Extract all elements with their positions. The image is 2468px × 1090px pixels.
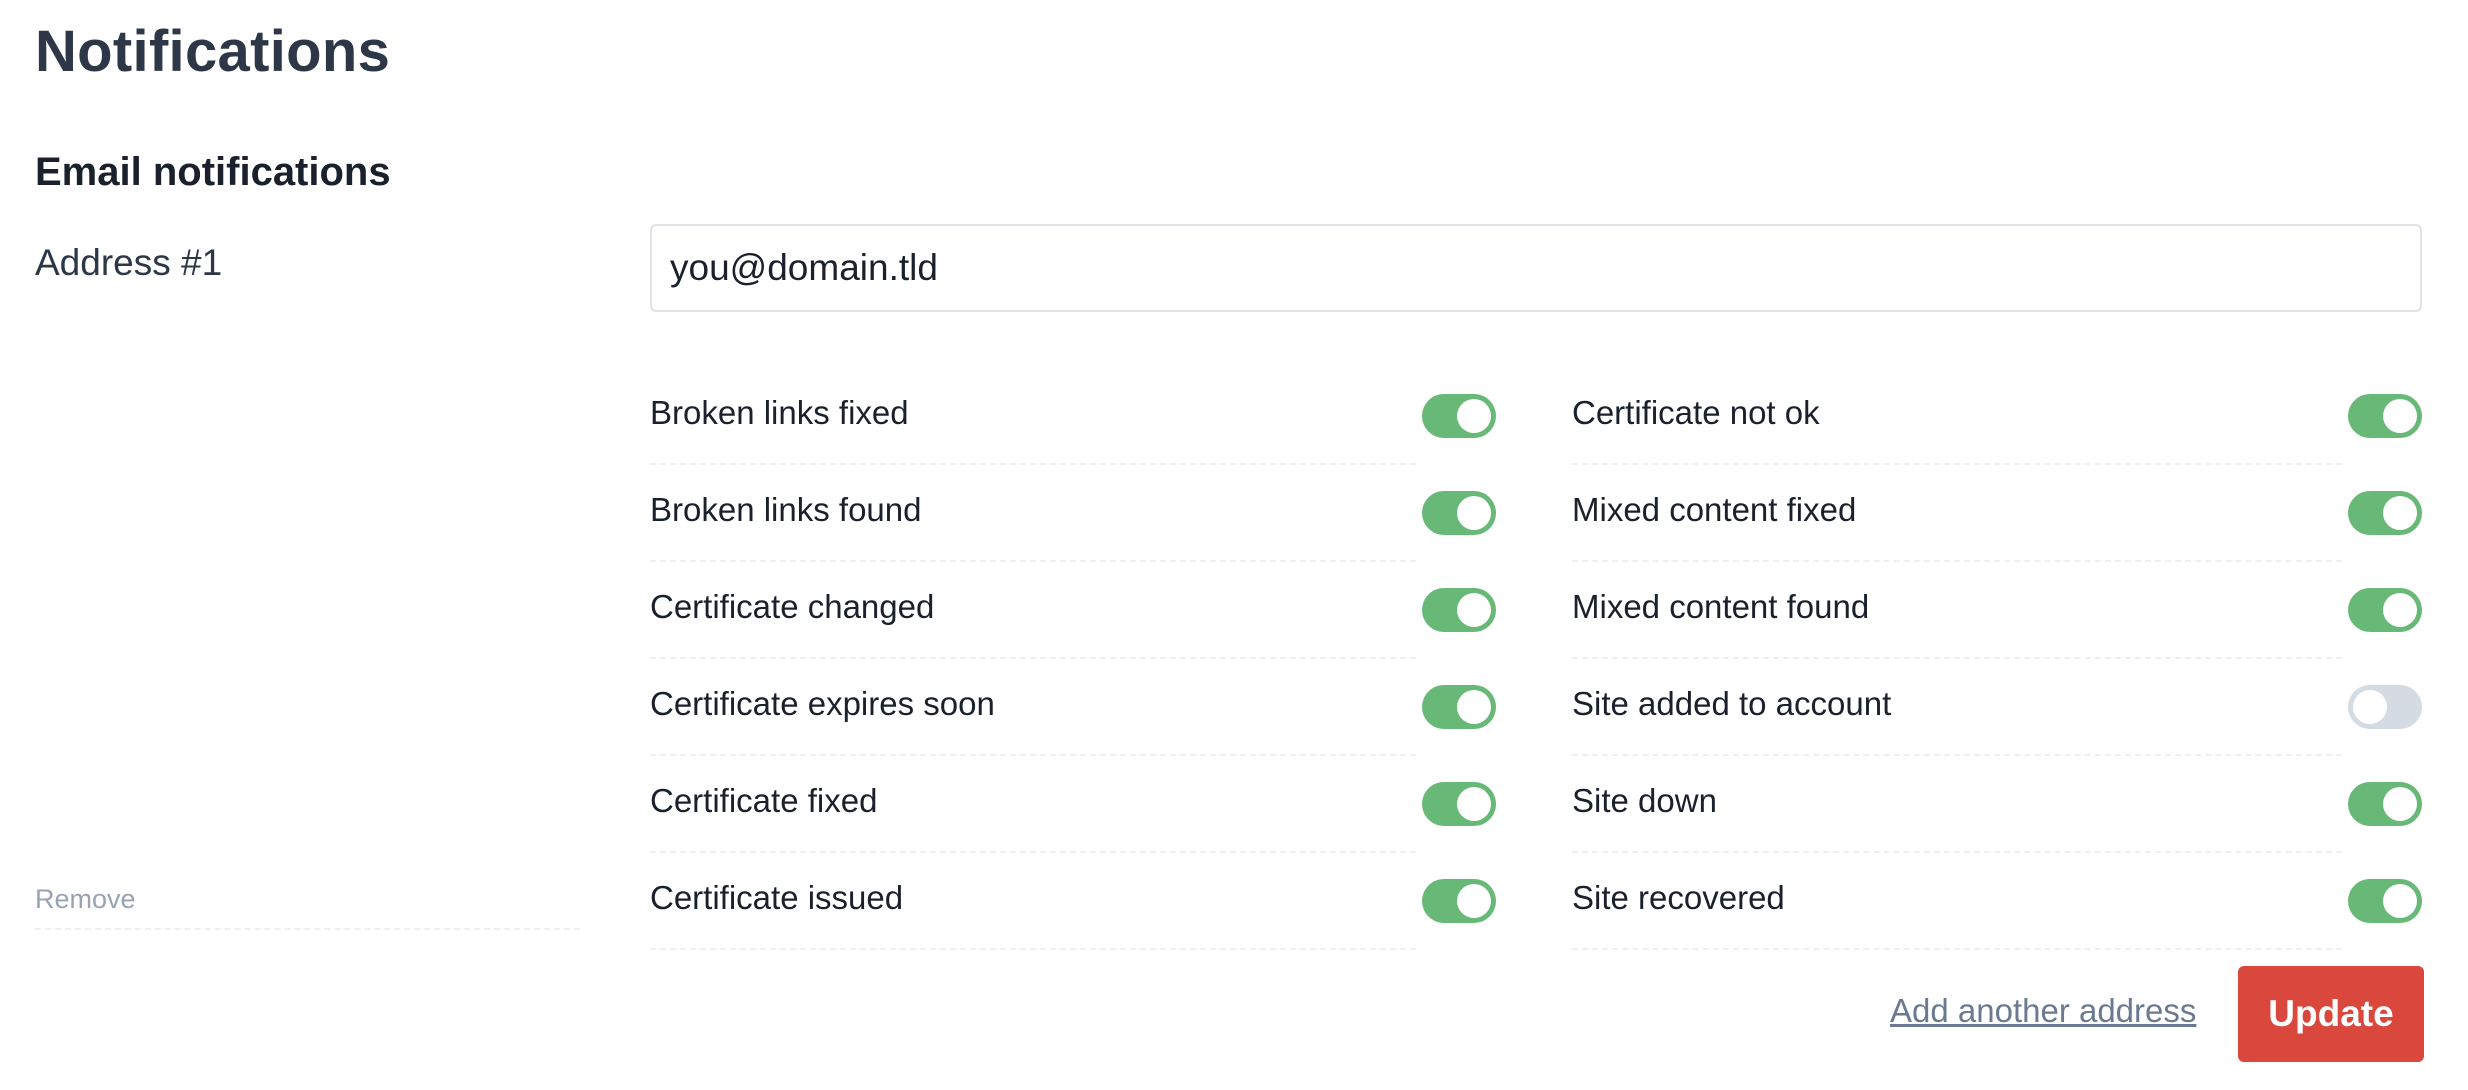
toggle-broken-links-found[interactable] bbox=[1422, 491, 1496, 535]
toggle-certificate-not-ok[interactable] bbox=[2348, 394, 2422, 438]
notification-list-left: Broken links fixed Broken links found Cert… bbox=[650, 380, 1496, 962]
notification-row-broken-links-fixed: Broken links fixed bbox=[650, 380, 1496, 477]
divider bbox=[1572, 754, 2342, 756]
address-label: Address #1 bbox=[35, 242, 223, 283]
toggle-knob bbox=[1457, 593, 1491, 627]
divider bbox=[35, 928, 580, 930]
notification-row-certificate-issued: Certificate issued bbox=[650, 865, 1496, 962]
notification-row-site-recovered: Site recovered bbox=[1572, 865, 2422, 962]
update-button[interactable]: Update bbox=[2238, 966, 2424, 1062]
notification-label: Site down bbox=[1572, 782, 1717, 819]
toggle-knob bbox=[1457, 690, 1491, 724]
page-title: Notifications bbox=[35, 19, 391, 84]
divider bbox=[1572, 851, 2342, 853]
divider bbox=[650, 948, 1416, 950]
toggle-knob bbox=[1457, 496, 1491, 530]
toggle-knob bbox=[1457, 787, 1491, 821]
toggle-site-added-to-account[interactable] bbox=[2348, 685, 2422, 729]
toggle-knob bbox=[2353, 690, 2387, 724]
divider bbox=[650, 560, 1416, 562]
section-title: Email notifications bbox=[35, 150, 391, 194]
toggle-site-recovered[interactable] bbox=[2348, 879, 2422, 923]
toggle-certificate-expires-soon[interactable] bbox=[1422, 685, 1496, 729]
toggle-mixed-content-fixed[interactable] bbox=[2348, 491, 2422, 535]
notification-row-mixed-content-fixed: Mixed content fixed bbox=[1572, 477, 2422, 574]
toggle-knob bbox=[1457, 884, 1491, 918]
notification-label: Certificate fixed bbox=[650, 782, 878, 819]
toggle-certificate-issued[interactable] bbox=[1422, 879, 1496, 923]
notification-row-certificate-expires-soon: Certificate expires soon bbox=[650, 671, 1496, 768]
notification-row-mixed-content-found: Mixed content found bbox=[1572, 574, 2422, 671]
toggle-knob bbox=[2383, 399, 2417, 433]
divider bbox=[650, 851, 1416, 853]
notification-label: Mixed content found bbox=[1572, 588, 1870, 625]
toggle-knob bbox=[1457, 399, 1491, 433]
notification-label: Certificate issued bbox=[650, 879, 904, 916]
divider bbox=[1572, 560, 2342, 562]
toggle-knob bbox=[2383, 884, 2417, 918]
divider bbox=[650, 657, 1416, 659]
notification-label: Certificate changed bbox=[650, 588, 935, 625]
notification-row-site-added-to-account: Site added to account bbox=[1572, 671, 2422, 768]
remove-address-link[interactable]: Remove bbox=[35, 884, 136, 915]
toggle-knob bbox=[2383, 593, 2417, 627]
toggle-knob bbox=[2383, 496, 2417, 530]
notification-row-certificate-fixed: Certificate fixed bbox=[650, 768, 1496, 865]
toggle-certificate-fixed[interactable] bbox=[1422, 782, 1496, 826]
toggle-broken-links-fixed[interactable] bbox=[1422, 394, 1496, 438]
toggle-knob bbox=[2383, 787, 2417, 821]
notification-label: Certificate not ok bbox=[1572, 394, 1820, 431]
toggle-certificate-changed[interactable] bbox=[1422, 588, 1496, 632]
toggle-site-down[interactable] bbox=[2348, 782, 2422, 826]
notification-row-certificate-not-ok: Certificate not ok bbox=[1572, 380, 2422, 477]
divider bbox=[650, 463, 1416, 465]
notification-label: Broken links found bbox=[650, 491, 922, 528]
toggle-mixed-content-found[interactable] bbox=[2348, 588, 2422, 632]
notification-row-site-down: Site down bbox=[1572, 768, 2422, 865]
email-address-input[interactable] bbox=[650, 224, 2422, 312]
divider bbox=[1572, 463, 2342, 465]
divider bbox=[1572, 657, 2342, 659]
notification-label: Site recovered bbox=[1572, 879, 1785, 916]
add-another-address-link[interactable]: Add another address bbox=[1890, 992, 2196, 1030]
notification-label: Mixed content fixed bbox=[1572, 491, 1857, 528]
notification-label: Site added to account bbox=[1572, 685, 1892, 722]
notification-label: Broken links fixed bbox=[650, 394, 909, 431]
notification-label: Certificate expires soon bbox=[650, 685, 995, 722]
notification-row-broken-links-found: Broken links found bbox=[650, 477, 1496, 574]
notification-list-right: Certificate not ok Mixed content fixed Mix… bbox=[1572, 380, 2422, 962]
notification-row-certificate-changed: Certificate changed bbox=[650, 574, 1496, 671]
divider bbox=[650, 754, 1416, 756]
divider bbox=[1572, 948, 2342, 950]
